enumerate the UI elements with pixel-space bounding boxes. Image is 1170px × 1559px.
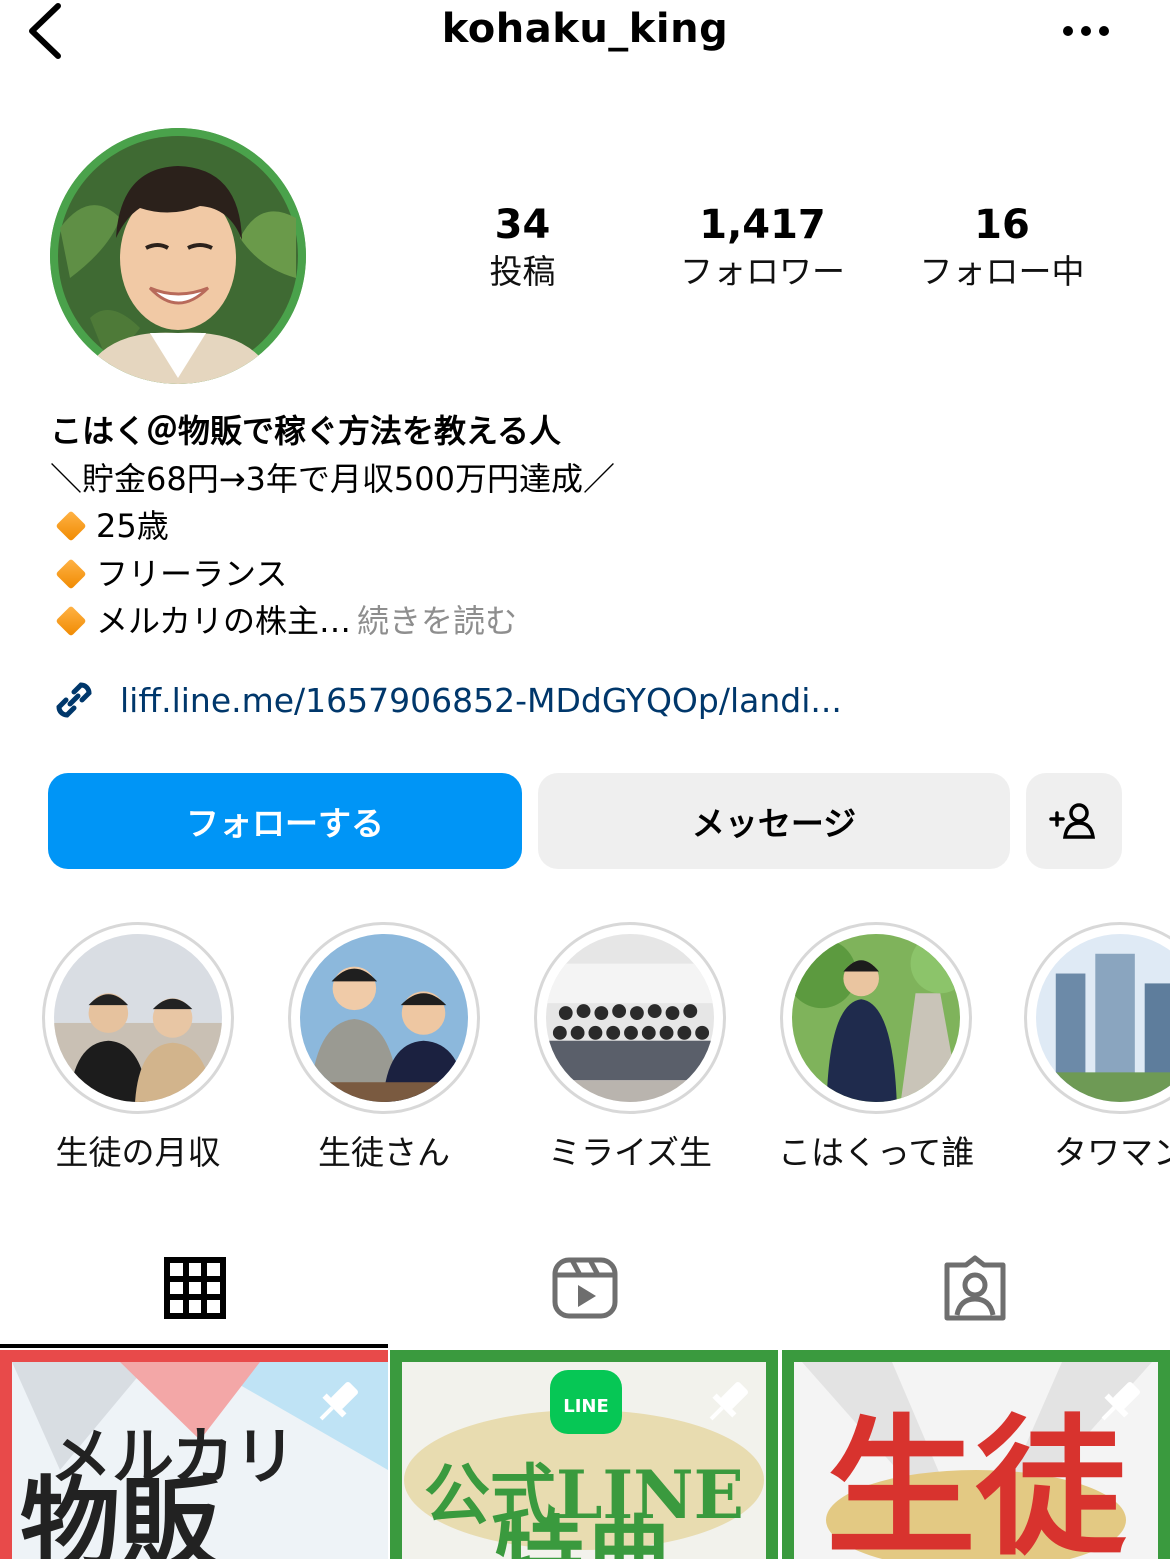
post-thumbnail[interactable]: メルカリ 物販 xyxy=(0,1350,388,1559)
highlight-label: こはくって誰 xyxy=(778,1133,975,1172)
bio-bullet: フリーランス xyxy=(50,551,1130,599)
follow-button[interactable]: フォローする xyxy=(48,773,522,869)
read-more-link[interactable]: 続きを読む xyxy=(357,602,517,640)
highlight-cover xyxy=(54,934,222,1102)
tab-posts-grid[interactable] xyxy=(0,1230,390,1346)
highlight-item[interactable]: タワマン xyxy=(1024,922,1170,1174)
link-icon xyxy=(56,682,92,718)
suggested-accounts-button[interactable] xyxy=(1026,773,1122,869)
highlight-ring xyxy=(1024,922,1170,1114)
post-thumbnail[interactable]: LINE 公式LINE 特典 xyxy=(390,1350,778,1559)
profile-username: kohaku_king xyxy=(441,6,729,52)
highlight-label: 生徒さん xyxy=(318,1133,450,1172)
profile-bio: こはく＠物販で稼ぐ方法を教える人 ＼貯金68円→3年で月収500万円達成／ 25… xyxy=(50,408,1130,646)
tab-tagged[interactable] xyxy=(780,1230,1170,1346)
followers-label: フォロワー xyxy=(680,252,845,291)
following-label: フォロー中 xyxy=(919,252,1085,291)
highlight-cover xyxy=(546,934,714,1102)
bio-link[interactable]: liff.line.me/1657906852-MDdGYQOp/landi..… xyxy=(48,672,842,728)
highlight-cover xyxy=(792,934,960,1102)
bio-link-text: liff.line.me/1657906852-MDdGYQOp/landi..… xyxy=(120,680,842,720)
svg-text:特典: 特典 xyxy=(494,1506,674,1559)
orange-diamond-icon xyxy=(55,605,87,637)
grid-icon xyxy=(164,1257,226,1319)
posts-count: 34 xyxy=(494,202,551,248)
orange-diamond-icon xyxy=(55,510,87,542)
bio-bullet: 25歳 xyxy=(50,503,1130,551)
tab-reels[interactable] xyxy=(390,1230,780,1346)
display-name: こはく＠物販で稼ぐ方法を教える人 xyxy=(50,412,562,450)
orange-diamond-icon xyxy=(55,557,87,590)
more-options-button[interactable] xyxy=(1058,16,1114,46)
highlight-item[interactable]: 生徒の月収 xyxy=(40,922,236,1174)
svg-text:物販: 物販 xyxy=(20,1466,221,1559)
highlight-photo xyxy=(546,934,714,1102)
ellipsis-icon xyxy=(1063,26,1109,36)
highlight-ring xyxy=(780,922,972,1114)
svg-text:LINE: LINE xyxy=(563,1396,609,1417)
highlight-label: ミライズ生 xyxy=(547,1133,712,1172)
post-thumbnail[interactable]: 生徒 xyxy=(782,1350,1170,1559)
followers-stat[interactable]: 1,417 フォロワー xyxy=(670,200,855,294)
highlight-ring xyxy=(534,922,726,1114)
highlight-ring xyxy=(42,922,234,1114)
highlight-cover xyxy=(300,934,468,1102)
svg-text:生徒: 生徒 xyxy=(826,1402,1127,1559)
highlight-item[interactable]: ミライズ生 xyxy=(532,922,728,1174)
add-person-icon xyxy=(1049,803,1096,839)
highlight-label: タワマン xyxy=(1054,1133,1170,1172)
active-tab-indicator xyxy=(0,1344,388,1348)
message-button[interactable]: メッセージ xyxy=(538,773,1010,869)
highlight-photo xyxy=(1036,934,1170,1102)
pin-icon xyxy=(1101,1382,1140,1421)
highlight-item[interactable]: 生徒さん xyxy=(286,922,482,1174)
following-stat[interactable]: 16 フォロー中 xyxy=(912,200,1092,294)
pin-icon xyxy=(319,1382,358,1421)
following-count: 16 xyxy=(974,202,1030,248)
profile-avatar[interactable] xyxy=(50,128,306,384)
followers-count: 1,417 xyxy=(699,202,826,248)
highlight-photo xyxy=(54,934,222,1102)
posts-count-stat[interactable]: 34 投稿 xyxy=(450,200,595,294)
pin-icon xyxy=(709,1382,748,1421)
tagged-icon xyxy=(944,1255,1006,1321)
highlight-label: 生徒の月収 xyxy=(55,1133,221,1172)
highlight-ring xyxy=(288,922,480,1114)
highlight-item[interactable]: こはくって誰 xyxy=(778,922,974,1174)
bio-bullet: メルカリの株主… 続きを読む xyxy=(50,598,1130,646)
reels-icon xyxy=(552,1257,618,1319)
highlight-photo xyxy=(792,934,960,1102)
bio-line: ＼貯金68円→3年で月収500万円達成／ xyxy=(50,459,615,498)
avatar-photo xyxy=(50,128,306,384)
highlight-photo xyxy=(300,934,468,1102)
posts-label: 投稿 xyxy=(489,252,556,291)
highlight-cover xyxy=(1036,934,1170,1102)
